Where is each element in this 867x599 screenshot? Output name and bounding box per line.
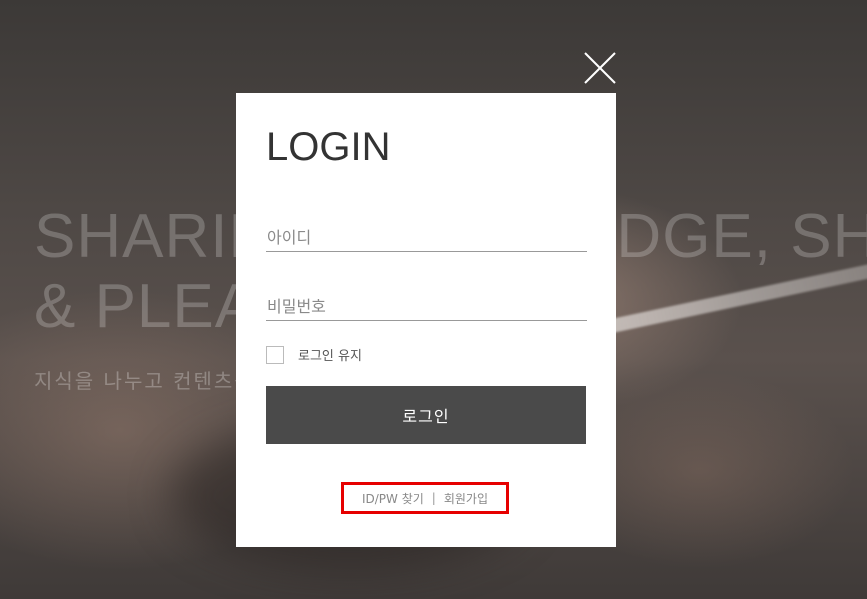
login-modal: LOGIN 로그인 유지 로그인 ID/PW 찾기 | 회원가입: [236, 93, 616, 547]
password-input[interactable]: [266, 292, 587, 321]
remember-login[interactable]: 로그인 유지: [266, 345, 362, 364]
id-input[interactable]: [266, 223, 587, 252]
close-icon: [584, 52, 616, 84]
login-title: LOGIN: [266, 125, 391, 169]
signup-link[interactable]: 회원가입: [444, 490, 488, 507]
links-separator: |: [431, 491, 436, 505]
login-button[interactable]: 로그인: [266, 386, 586, 444]
find-id-pw-link[interactable]: ID/PW 찾기: [362, 490, 424, 507]
remember-checkbox[interactable]: [266, 345, 284, 364]
page: SHARING KNOWLEDGE, SHARING. & PLEASURE 지…: [0, 0, 867, 599]
remember-label: 로그인 유지: [298, 349, 362, 364]
close-button[interactable]: [583, 51, 617, 85]
account-links: ID/PW 찾기 | 회원가입: [341, 482, 509, 514]
